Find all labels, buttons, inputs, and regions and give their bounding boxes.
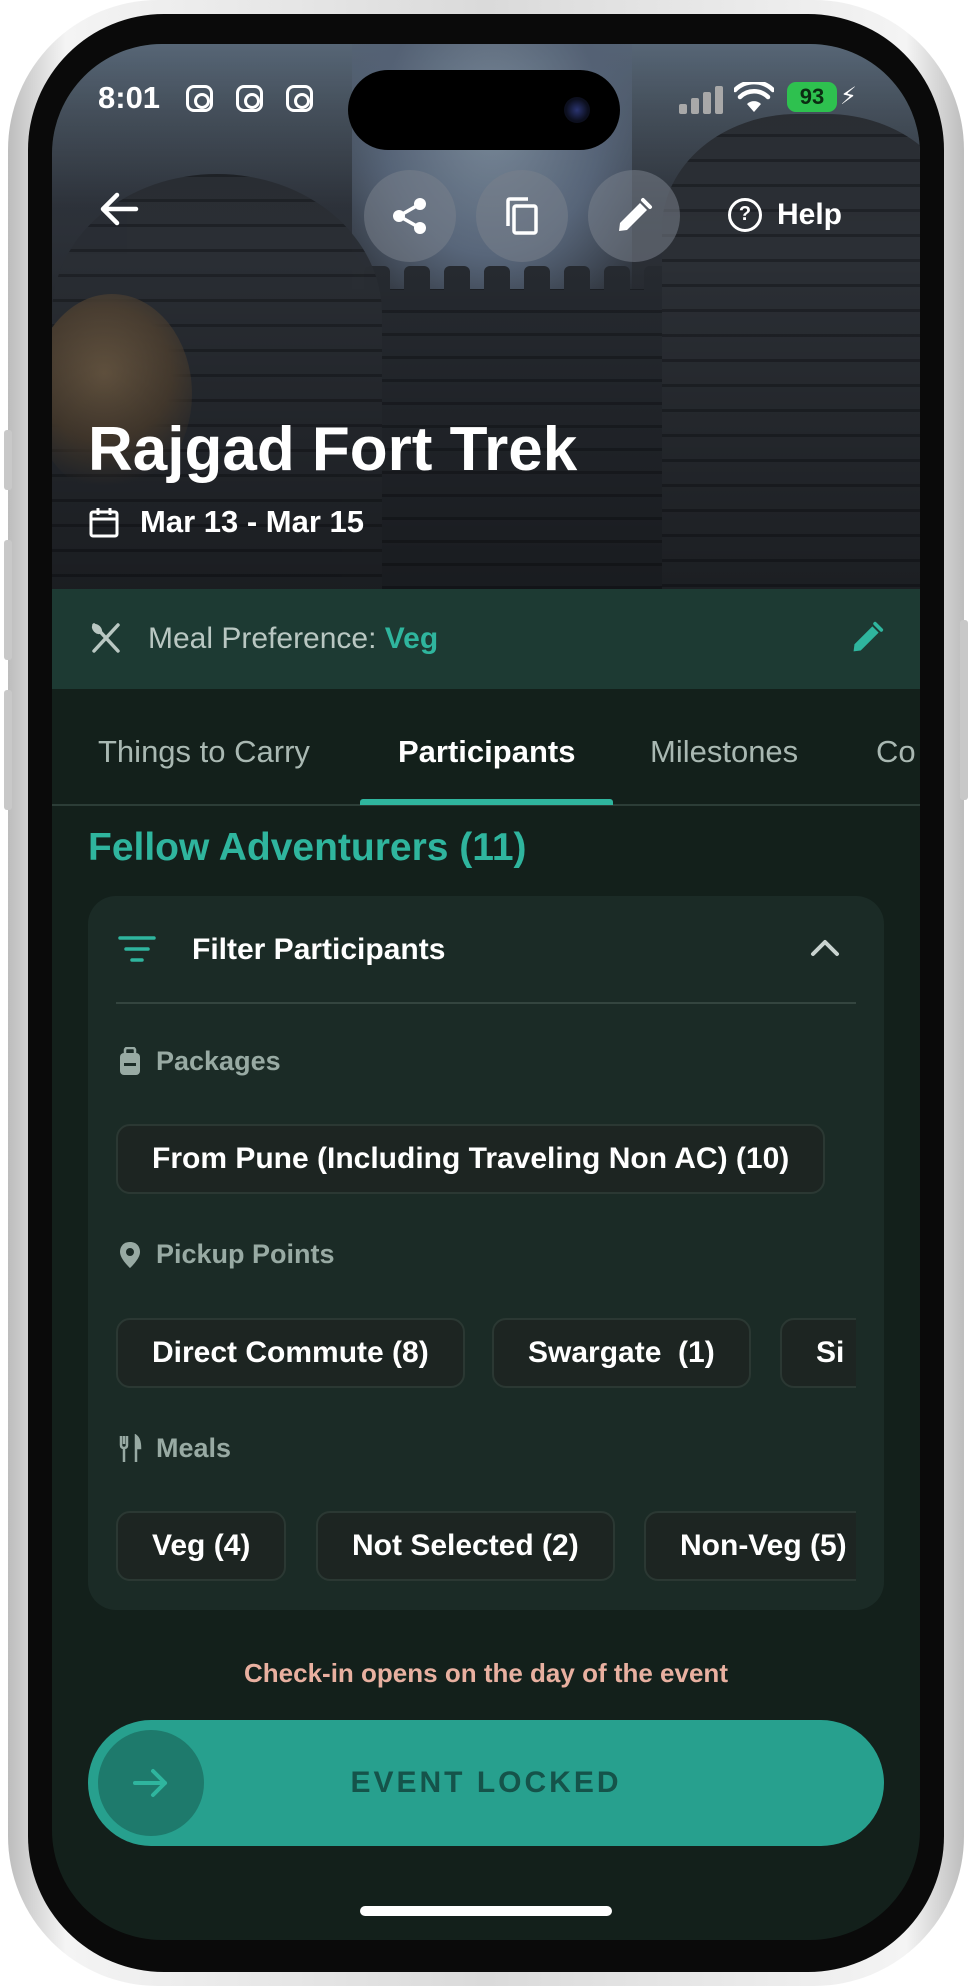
cellular-signal-icon [679, 84, 723, 114]
charging-icon: ⚡ [840, 83, 857, 110]
help-label: Help [777, 198, 843, 231]
event-title: Rajgad Fort Trek [88, 415, 578, 484]
instagram-notification-icon [186, 85, 213, 112]
utensils-icon [91, 623, 120, 653]
filter-icon [118, 936, 156, 962]
battery-icon: 93 [787, 82, 837, 112]
help-button[interactable]: ? Help [728, 190, 842, 240]
package-chip[interactable]: From Pune (Including Traveling Non AC) (… [116, 1124, 826, 1194]
active-tab-indicator [360, 799, 613, 805]
calendar-icon [89, 508, 119, 538]
pencil-icon [619, 198, 652, 231]
app-screen: 8:01 93 ⚡ ? Help Rajgad Fort Trek Mar 13… [52, 44, 920, 1940]
arrow-right-icon [133, 1769, 167, 1797]
pickup-chip-swargate[interactable]: Swargate (1) [492, 1318, 751, 1388]
meals-chip-row: Veg (4) Not Selected (2) Non-Veg (5) [116, 1511, 856, 1583]
event-locked-label: EVENT LOCKED [350, 1766, 622, 1799]
edit-meal-preference-button[interactable] [850, 621, 884, 655]
tab-bar: Things to Carry Participants Milestones … [52, 689, 920, 806]
help-icon: ? [728, 198, 762, 232]
wifi-icon [734, 82, 774, 112]
backpack-icon [120, 1046, 140, 1075]
copy-button[interactable] [476, 170, 568, 262]
event-dates-label: Mar 13 - Mar 15 [140, 504, 364, 539]
instagram-notification-icon [236, 85, 263, 112]
meal-chip-non-veg[interactable]: Non-Veg (5) [644, 1511, 856, 1581]
share-button[interactable] [364, 170, 456, 262]
meals-group-label: Meals [118, 1433, 231, 1464]
pickup-points-chip-row: Direct Commute (8) Swargate (1) Si [116, 1318, 856, 1390]
meal-preference-bar: Meal Preference: Veg [52, 589, 920, 689]
edit-button[interactable] [588, 170, 680, 262]
volume-down-button [4, 690, 12, 810]
meal-preference-value: Veg [384, 622, 439, 655]
meal-preference-text: Meal Preference: Veg [148, 622, 438, 656]
copy-icon [506, 197, 538, 235]
status-bar: 8:01 93 ⚡ [52, 44, 920, 154]
filter-divider [116, 1002, 856, 1004]
filter-card: Filter Participants Packages From Pune (… [88, 896, 884, 1610]
pickup-chip-direct-commute[interactable]: Direct Commute (8) [116, 1318, 465, 1388]
slider-knob[interactable] [98, 1730, 204, 1836]
event-locked-slider[interactable]: EVENT LOCKED [88, 1720, 884, 1846]
pickup-chip-truncated[interactable]: Si [780, 1318, 856, 1388]
packages-chip-row: From Pune (Including Traveling Non AC) (… [116, 1124, 856, 1196]
filter-title: Filter Participants [192, 933, 446, 966]
volume-up-button [4, 540, 12, 660]
meal-preference-label: Meal Preference: [148, 622, 385, 655]
section-title: Fellow Adventurers (11) [88, 826, 527, 869]
filter-header[interactable]: Filter Participants [88, 896, 884, 1002]
meal-chip-not-selected[interactable]: Not Selected (2) [316, 1511, 615, 1581]
tab-overflow[interactable]: Co [876, 734, 916, 770]
packages-label: Packages [156, 1046, 281, 1076]
location-pin-icon [120, 1241, 140, 1268]
instagram-notification-icon [286, 85, 313, 112]
home-indicator[interactable] [360, 1906, 612, 1916]
back-button[interactable] [94, 184, 144, 234]
share-icon [393, 198, 426, 234]
camera-icon [564, 97, 590, 123]
packages-group-label: Packages [118, 1046, 281, 1077]
fork-knife-icon [119, 1433, 142, 1462]
status-time: 8:01 [98, 80, 161, 115]
meal-chip-veg[interactable]: Veg (4) [116, 1511, 287, 1581]
tab-participants[interactable]: Participants [398, 734, 575, 770]
silent-switch [4, 430, 12, 490]
power-button [960, 620, 968, 800]
arrow-left-icon [100, 192, 139, 226]
chevron-up-icon[interactable] [810, 936, 840, 958]
checkin-note: Check-in opens on the day of the event [244, 1658, 728, 1688]
tab-milestones[interactable]: Milestones [650, 734, 798, 770]
tab-things-to-carry[interactable]: Things to Carry [98, 734, 310, 770]
meals-label: Meals [156, 1433, 232, 1463]
event-dates: Mar 13 - Mar 15 [88, 504, 364, 540]
dynamic-island [348, 70, 620, 150]
pickup-points-label: Pickup Points [156, 1239, 335, 1269]
pickup-points-group-label: Pickup Points [118, 1239, 335, 1270]
